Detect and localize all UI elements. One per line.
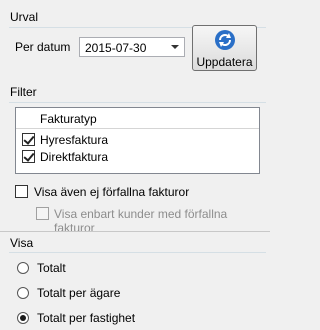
direktfaktura-checkbox[interactable] <box>22 150 35 163</box>
show-unexpired-label[interactable]: Visa även ej förfallna fakturor <box>34 185 189 199</box>
filter-group-line <box>9 102 266 103</box>
visa-group-line <box>9 252 266 253</box>
radio-totalt-per-fastighet[interactable] <box>17 312 29 324</box>
radio-totalt[interactable] <box>17 262 29 274</box>
urval-group: Urval Per datum 2015-07-30 Uppdatera <box>0 0 270 80</box>
radio-totalt-label[interactable]: Totalt <box>37 261 66 275</box>
list-item-direktfaktura[interactable]: Direktfaktura <box>16 148 259 165</box>
urval-group-title: Urval <box>10 10 39 24</box>
fakturatyp-list[interactable]: Fakturatyp Hyresfaktura Direktfaktura <box>15 107 260 174</box>
hyresfaktura-checkbox[interactable] <box>22 133 35 146</box>
radio-totalt-per-agare[interactable] <box>17 287 29 299</box>
list-header: Fakturatyp <box>16 108 259 129</box>
chevron-down-icon[interactable] <box>171 45 179 49</box>
radio-totalt-per-fastighet-label[interactable]: Totalt per fastighet <box>37 311 135 325</box>
hyresfaktura-label: Hyresfaktura <box>40 133 109 147</box>
list-item-hyresfaktura[interactable]: Hyresfaktura <box>16 131 259 148</box>
filter-group-title: Filter <box>10 85 37 99</box>
show-unexpired-checkbox[interactable] <box>15 185 28 198</box>
date-value: 2015-07-30 <box>85 41 147 55</box>
visa-group-title: Visa <box>10 236 34 250</box>
update-button[interactable]: Uppdatera <box>192 25 257 71</box>
only-customers-checkbox[interactable] <box>36 207 49 220</box>
date-dropdown[interactable]: 2015-07-30 <box>79 37 185 57</box>
direktfaktura-label: Direktfaktura <box>40 150 109 164</box>
radio-totalt-per-agare-label[interactable]: Totalt per ägare <box>37 286 120 300</box>
per-datum-label: Per datum <box>15 40 71 54</box>
refresh-icon <box>215 30 235 50</box>
update-button-label: Uppdatera <box>196 55 253 69</box>
column-header-fakturatyp[interactable]: Fakturatyp <box>40 112 97 126</box>
